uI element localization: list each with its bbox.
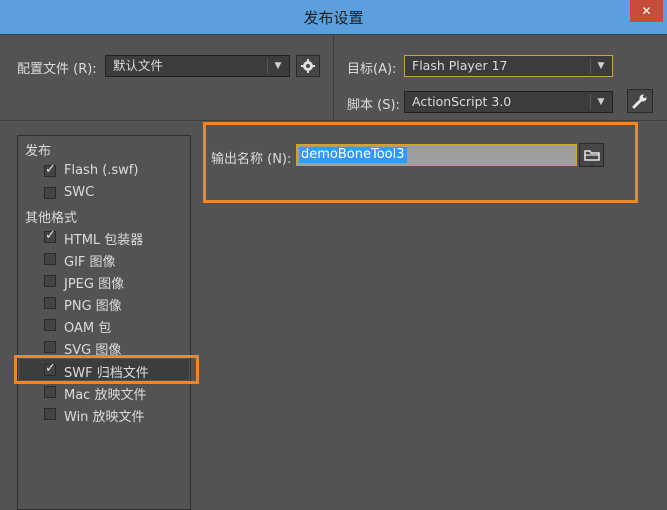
script-label: 脚本 (S): [347, 98, 400, 113]
checkbox-mac-projector[interactable] [44, 386, 56, 398]
wrench-icon [632, 94, 647, 109]
checkbox-flash[interactable]: ✓ [44, 162, 56, 177]
vertical-divider [333, 34, 334, 120]
gear-icon [301, 59, 315, 73]
checkbox-oam[interactable] [44, 319, 56, 331]
window-title: 发布设置 [303, 9, 364, 27]
tree-header-other: 其他格式 [25, 211, 78, 226]
tree-item-jpeg[interactable]: JPEG 图像 [64, 273, 124, 292]
checkbox-html[interactable]: ✓ [44, 228, 56, 243]
dropdown-separator [590, 94, 591, 110]
profile-options-button[interactable] [296, 55, 320, 77]
script-dropdown[interactable]: ActionScript 3.0 ▼ [404, 91, 613, 113]
target-dropdown[interactable]: Flash Player 17 ▼ [404, 55, 613, 77]
dropdown-separator [590, 58, 591, 74]
checkbox-gif[interactable] [44, 253, 56, 265]
annotation-highlight-output [203, 122, 638, 203]
tree-header-publish: 发布 [25, 144, 52, 159]
annotation-highlight-swf [14, 355, 199, 384]
script-value: ActionScript 3.0 [412, 94, 512, 109]
tree-item-flash[interactable]: Flash (.swf) [64, 163, 138, 178]
chevron-down-icon: ▼ [274, 61, 282, 71]
tree-item-gif[interactable]: GIF 图像 [64, 251, 116, 270]
target-label: 目标(A): [347, 62, 397, 77]
chevron-down-icon: ▼ [597, 97, 605, 107]
dropdown-separator [267, 58, 268, 74]
profile-dropdown[interactable]: 默认文件 ▼ [105, 55, 290, 77]
tree-item-oam[interactable]: OAM 包 [64, 317, 111, 336]
profile-label: 配置文件 (R): [17, 62, 97, 77]
profile-value: 默认文件 [113, 58, 164, 73]
check-icon: ✓ [45, 162, 56, 177]
checkbox-png[interactable] [44, 297, 56, 309]
checkbox-win-projector[interactable] [44, 408, 56, 420]
title-bar: 发布设置 ✕ [0, 0, 667, 34]
target-value: Flash Player 17 [412, 58, 508, 73]
tree-item-mac-projector[interactable]: Mac 放映文件 [64, 384, 146, 403]
tree-item-html[interactable]: HTML 包装器 [64, 229, 143, 248]
divider [0, 120, 667, 121]
close-button[interactable]: ✕ [630, 0, 663, 22]
tree-item-win-projector[interactable]: Win 放映文件 [64, 406, 145, 425]
checkbox-swc[interactable] [44, 187, 56, 199]
tree-item-swc[interactable]: SWC [64, 185, 94, 200]
checkbox-jpeg[interactable] [44, 275, 56, 287]
check-icon: ✓ [45, 228, 56, 243]
tree-item-png[interactable]: PNG 图像 [64, 295, 122, 314]
script-settings-button[interactable] [627, 89, 653, 113]
checkbox-svg[interactable] [44, 341, 56, 353]
chevron-down-icon: ▼ [597, 61, 605, 71]
